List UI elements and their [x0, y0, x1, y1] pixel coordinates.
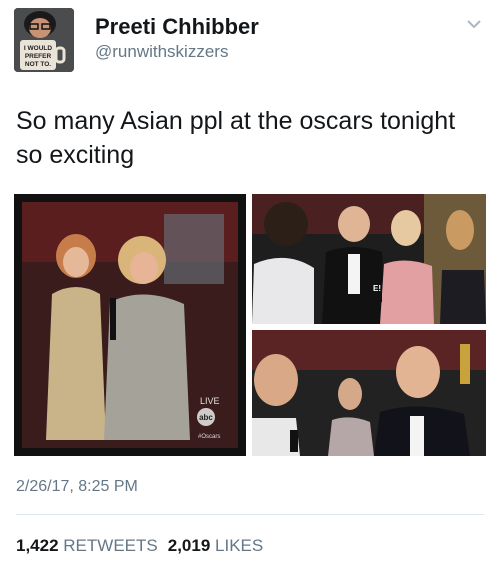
- retweets-label: RETWEETS: [63, 536, 158, 555]
- tweet-text: So many Asian ppl at the oscars tonight …: [16, 107, 456, 169]
- display-name[interactable]: Preeti Chhibber: [95, 14, 259, 40]
- mug-text-line-3: NOT TO.: [25, 61, 51, 68]
- chevron-down-icon[interactable]: [466, 18, 482, 30]
- photo-top-right[interactable]: E!: [252, 194, 486, 324]
- tv-logo-live: LIVE: [200, 396, 220, 406]
- divider: [16, 514, 484, 515]
- likes-count: 2,019: [167, 536, 211, 555]
- avatar[interactable]: I WOULD PREFER NOT TO.: [14, 8, 74, 72]
- microphone-icon: [110, 298, 116, 340]
- media-grid[interactable]: LIVE abc #Oscars E!: [14, 194, 486, 456]
- tweet-stats: 1,422 RETWEETS 2,019 LIKES: [16, 536, 263, 556]
- mug-text-line-2: PREFER: [25, 53, 52, 60]
- tweet-timestamp[interactable]: 2/26/17, 8:25 PM: [16, 478, 138, 496]
- retweets-stat[interactable]: 1,422 RETWEETS: [16, 536, 158, 555]
- user-handle[interactable]: @runwithskizzers: [95, 42, 228, 62]
- photo-bottom-right[interactable]: [252, 330, 486, 456]
- likes-label: LIKES: [215, 536, 264, 555]
- likes-stat[interactable]: 2,019 LIKES: [168, 536, 263, 555]
- avatar-image: I WOULD PREFER NOT TO.: [14, 8, 74, 72]
- tv-logo-abc: abc: [199, 413, 213, 422]
- photo-left[interactable]: LIVE abc #Oscars: [14, 194, 246, 456]
- mic-flag-label: E!: [373, 284, 381, 293]
- retweets-count: 1,422: [16, 536, 59, 555]
- tv-logo-hashtag: #Oscars: [198, 434, 220, 440]
- mug-text-line-1: I WOULD: [24, 45, 52, 52]
